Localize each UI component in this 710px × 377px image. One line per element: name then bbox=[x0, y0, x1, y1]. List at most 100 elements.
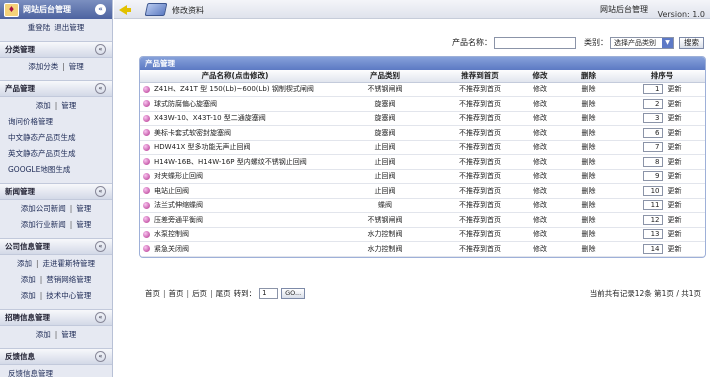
product-name-link[interactable]: Z41H、Z41T 型 150(Lb)~600(Lb) 钢制楔式闸阀 bbox=[154, 85, 314, 93]
sidebar-link[interactable]: 中文静态产品页生成 bbox=[8, 132, 76, 143]
product-name-link[interactable]: HDW41X 型多功能无声止回阀 bbox=[154, 143, 251, 151]
sidebar-link[interactable]: 添加分类 bbox=[28, 61, 58, 72]
product-name-link[interactable]: H14W-16B、H14W-16P 型内螺纹不锈钢止回阀 bbox=[154, 158, 307, 166]
sidebar-link[interactable]: 管理 bbox=[76, 203, 91, 214]
recommend-link[interactable]: 不推荐到首页 bbox=[440, 198, 520, 213]
product-name-link[interactable]: X43W-10、X43T-10 型二通旋塞阀 bbox=[154, 114, 266, 122]
sidebar-link[interactable]: 走进霍斯特管理 bbox=[43, 258, 96, 269]
sidebar-link[interactable]: 添加 bbox=[36, 329, 51, 340]
delete-link[interactable]: 删除 bbox=[560, 154, 617, 170]
collapse-section-icon[interactable]: « bbox=[95, 351, 106, 362]
collapse-section-icon[interactable]: « bbox=[95, 241, 106, 252]
update-link[interactable]: 更新 bbox=[668, 200, 682, 210]
breadcrumb[interactable]: 修改资料 bbox=[172, 5, 204, 16]
delete-link[interactable]: 删除 bbox=[560, 241, 617, 257]
sidebar-link[interactable]: 管理 bbox=[69, 61, 84, 72]
recommend-link[interactable]: 不推荐到首页 bbox=[440, 154, 520, 170]
sidebar-link[interactable]: 添加 bbox=[21, 274, 36, 285]
last-page-link[interactable]: 尾页 bbox=[216, 288, 231, 299]
relogin-link[interactable]: 重登陆 bbox=[28, 22, 51, 33]
delete-link[interactable]: 删除 bbox=[560, 140, 617, 155]
collapse-all-icon[interactable]: « bbox=[95, 4, 106, 15]
update-link[interactable]: 更新 bbox=[668, 186, 682, 196]
sidebar-section-header[interactable]: 招聘信息管理 « bbox=[0, 309, 112, 326]
edit-link[interactable]: 修改 bbox=[520, 111, 560, 126]
order-input[interactable]: 1 bbox=[642, 84, 663, 95]
update-link[interactable]: 更新 bbox=[668, 215, 682, 225]
product-name-link[interactable]: 紧急关闭阀 bbox=[154, 245, 189, 253]
order-input[interactable]: 12 bbox=[642, 214, 663, 225]
recommend-link[interactable]: 不推荐到首页 bbox=[440, 183, 520, 199]
delete-link[interactable]: 删除 bbox=[560, 212, 617, 228]
update-link[interactable]: 更新 bbox=[668, 171, 682, 181]
recommend-link[interactable]: 不推荐到首页 bbox=[440, 82, 520, 97]
sidebar-link[interactable]: 添加 bbox=[21, 290, 36, 301]
edit-link[interactable]: 修改 bbox=[520, 125, 560, 141]
recommend-link[interactable]: 不推荐到首页 bbox=[440, 125, 520, 141]
order-input[interactable]: 3 bbox=[642, 113, 663, 124]
sidebar-link[interactable]: 英文静态产品页生成 bbox=[8, 148, 76, 159]
edit-link[interactable]: 修改 bbox=[520, 198, 560, 213]
first-page-link[interactable]: 首页 bbox=[145, 288, 160, 299]
sidebar-link[interactable]: 询问价格管理 bbox=[8, 116, 53, 127]
update-link[interactable]: 更新 bbox=[668, 99, 682, 109]
sidebar-link[interactable]: 管理 bbox=[61, 100, 76, 111]
recommend-link[interactable]: 不推荐到首页 bbox=[440, 227, 520, 242]
collapse-section-icon[interactable]: « bbox=[95, 83, 106, 94]
order-input[interactable]: 7 bbox=[642, 142, 663, 153]
product-name-input[interactable] bbox=[494, 36, 576, 49]
delete-link[interactable]: 删除 bbox=[560, 169, 617, 184]
sidebar-link[interactable]: 营销网络管理 bbox=[46, 274, 91, 285]
edit-link[interactable]: 修改 bbox=[520, 227, 560, 242]
product-name-link[interactable]: 水泵控制阀 bbox=[154, 230, 189, 238]
dropdown-arrow-icon[interactable]: ▼ bbox=[662, 37, 673, 48]
sidebar-link[interactable]: 反馈信息管理 bbox=[8, 368, 53, 377]
update-link[interactable]: 更新 bbox=[668, 229, 682, 239]
product-name-link[interactable]: 压差旁通平衡阀 bbox=[154, 216, 203, 224]
product-name-link[interactable]: 法兰式伸缩蝶阀 bbox=[154, 201, 203, 209]
logout-link[interactable]: 退出管理 bbox=[54, 22, 84, 33]
update-link[interactable]: 更新 bbox=[668, 84, 682, 94]
order-input[interactable]: 10 bbox=[642, 185, 663, 196]
order-input[interactable]: 13 bbox=[642, 229, 663, 240]
delete-link[interactable]: 删除 bbox=[560, 125, 617, 141]
order-input[interactable]: 11 bbox=[642, 200, 663, 211]
edit-link[interactable]: 修改 bbox=[520, 96, 560, 112]
edit-link[interactable]: 修改 bbox=[520, 169, 560, 184]
recommend-link[interactable]: 不推荐到首页 bbox=[440, 241, 520, 257]
update-link[interactable]: 更新 bbox=[668, 142, 682, 152]
update-link[interactable]: 更新 bbox=[668, 244, 682, 254]
go-button[interactable]: GO... bbox=[281, 288, 306, 299]
order-input[interactable]: 14 bbox=[642, 243, 663, 254]
edit-link[interactable]: 修改 bbox=[520, 183, 560, 199]
sidebar-link[interactable]: 添加行业新闻 bbox=[21, 219, 66, 230]
sidebar-link[interactable]: GOOGLE地图生成 bbox=[8, 164, 70, 175]
delete-link[interactable]: 删除 bbox=[560, 96, 617, 112]
recommend-link[interactable]: 不推荐到首页 bbox=[440, 140, 520, 155]
product-name-link[interactable]: 对夹蝶形止回阀 bbox=[154, 172, 203, 180]
edit-link[interactable]: 修改 bbox=[520, 154, 560, 170]
edit-link[interactable]: 修改 bbox=[520, 241, 560, 257]
delete-link[interactable]: 删除 bbox=[560, 82, 617, 97]
delete-link[interactable]: 删除 bbox=[560, 227, 617, 242]
order-input[interactable]: 9 bbox=[642, 171, 663, 182]
collapse-section-icon[interactable]: « bbox=[95, 44, 106, 55]
product-name-link[interactable]: 美标卡套式软密封旋塞阀 bbox=[154, 129, 231, 137]
delete-link[interactable]: 删除 bbox=[560, 183, 617, 199]
update-link[interactable]: 更新 bbox=[668, 128, 682, 138]
collapse-section-icon[interactable]: « bbox=[95, 312, 106, 323]
recommend-link[interactable]: 不推荐到首页 bbox=[440, 96, 520, 112]
sidebar-section-header[interactable]: 公司信息管理 « bbox=[0, 238, 112, 255]
sidebar-section-header[interactable]: 新闻管理 « bbox=[0, 183, 112, 200]
product-name-link[interactable]: 电站止回阀 bbox=[154, 187, 189, 195]
product-name-link[interactable]: 球式防腐偏心旋塞阀 bbox=[154, 100, 217, 108]
sidebar-section-header[interactable]: 产品管理 « bbox=[0, 80, 112, 97]
order-input[interactable]: 2 bbox=[642, 98, 663, 109]
sidebar-link[interactable]: 添加 bbox=[36, 100, 51, 111]
sidebar-section-header[interactable]: 反馈信息 « bbox=[0, 348, 112, 365]
delete-link[interactable]: 删除 bbox=[560, 111, 617, 126]
next-page-link[interactable]: 后页 bbox=[192, 288, 207, 299]
update-link[interactable]: 更新 bbox=[668, 157, 682, 167]
sidebar-link[interactable]: 管理 bbox=[76, 219, 91, 230]
page-number-input[interactable]: 1 bbox=[259, 288, 279, 299]
